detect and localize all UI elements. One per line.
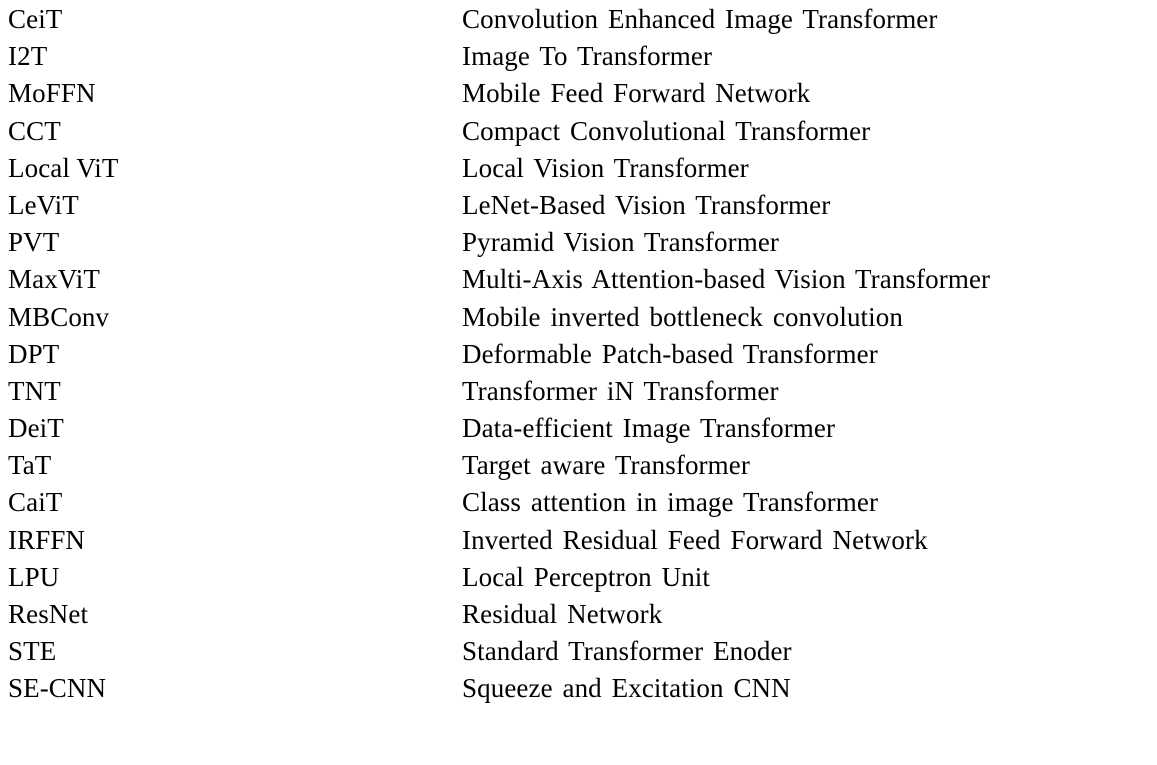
table-row: PVT Pyramid Vision Transformer xyxy=(0,224,1157,261)
full-form-cell: Standard Transformer Enoder xyxy=(462,636,792,667)
full-form-cell: Convolution Enhanced Image Transformer xyxy=(462,4,938,34)
table-row: MBConv Mobile inverted bottleneck convolu… xyxy=(0,299,1157,336)
abbreviations-table: CeiT Convolution Enhanced Image Transform… xyxy=(0,0,1157,765)
abbreviation-cell: TNT xyxy=(8,375,61,406)
full-form-cell: Deformable Patch-based Transformer xyxy=(462,338,878,369)
full-form-cell: Image To Transformer xyxy=(462,41,713,72)
table-row: CaiT Class attention in image Transformer xyxy=(0,484,1157,521)
abbreviation-cell: STE xyxy=(8,636,57,667)
table-row: TNT Transformer iN Transformer xyxy=(0,373,1157,410)
abbreviation-cell: MoFFN xyxy=(8,78,96,109)
full-form-cell: Target aware Transformer xyxy=(462,450,750,481)
table-row: SE-CNN Squeeze and Excitation CNN xyxy=(0,670,1157,707)
full-form-cell: Mobile inverted bottleneck convolution xyxy=(462,301,903,332)
abbreviation-cell: SE-CNN xyxy=(8,673,107,704)
full-form-cell: Mobile Feed Forward Network xyxy=(462,78,811,109)
table-row: CCT Compact Convolutional Transformer xyxy=(0,113,1157,150)
abbreviation-cell: TaT xyxy=(8,450,52,481)
full-form-cell: Compact Convolutional Transformer xyxy=(462,115,871,146)
full-form-cell: Residual Network xyxy=(462,599,663,629)
abbreviation-cell: DPT xyxy=(8,338,60,369)
full-form-cell: Class attention in image Transformer xyxy=(462,487,879,518)
full-form-cell: Inverted Residual Feed Forward Network xyxy=(462,524,928,555)
table-row: Local ViT Local Vision Transformer xyxy=(0,150,1157,187)
table-row: TaT Target aware Transformer xyxy=(0,447,1157,484)
full-form-cell: Multi-Axis Attention-based Vision Transf… xyxy=(462,264,991,295)
abbreviation-cell: PVT xyxy=(8,227,60,258)
abbreviation-cell: CaiT xyxy=(8,487,63,518)
full-form-cell: Local Vision Transformer xyxy=(462,152,749,183)
abbreviation-cell: I2T xyxy=(8,41,48,72)
table-row: STE Standard Transformer Enoder xyxy=(0,633,1157,670)
abbreviation-cell: LPU xyxy=(8,561,60,592)
table-row: IRFFN Inverted Residual Feed Forward Netw… xyxy=(0,522,1157,559)
abbreviation-cell: DeiT xyxy=(8,413,64,444)
table-row: LPU Local Perceptron Unit xyxy=(0,559,1157,596)
abbreviation-cell: MBConv xyxy=(8,301,110,332)
table-row: MaxViT Multi-Axis Attention-based Vision … xyxy=(0,261,1157,298)
full-form-cell: Transformer iN Transformer xyxy=(462,375,779,406)
table-row: CeiT Convolution Enhanced Image Transform… xyxy=(0,0,1157,38)
table-row: DeiT Data-efficient Image Transformer xyxy=(0,410,1157,447)
abbreviation-cell: ResNet xyxy=(8,599,89,629)
abbreviation-cell: MaxViT xyxy=(8,264,100,295)
full-form-cell: Data-efficient Image Transformer xyxy=(462,413,836,444)
table-row: ResNet Residual Network xyxy=(0,596,1157,633)
abbreviation-cell: Local ViT xyxy=(8,152,119,183)
full-form-cell: Pyramid Vision Transformer xyxy=(462,227,779,258)
table-row: MoFFN Mobile Feed Forward Network xyxy=(0,75,1157,112)
full-form-cell: LeNet-Based Vision Transformer xyxy=(462,189,831,220)
abbreviation-cell: CCT xyxy=(8,115,61,146)
table-row: DPT Deformable Patch-based Transformer xyxy=(0,336,1157,373)
abbreviation-cell: IRFFN xyxy=(8,524,86,555)
abbreviation-cell: CeiT xyxy=(8,4,63,34)
table-row: I2T Image To Transformer xyxy=(0,38,1157,75)
table-row: LeViT LeNet-Based Vision Transformer xyxy=(0,187,1157,224)
abbreviation-cell: LeViT xyxy=(8,189,79,220)
full-form-cell: Local Perceptron Unit xyxy=(462,561,711,592)
full-form-cell: Squeeze and Excitation CNN xyxy=(462,673,791,704)
